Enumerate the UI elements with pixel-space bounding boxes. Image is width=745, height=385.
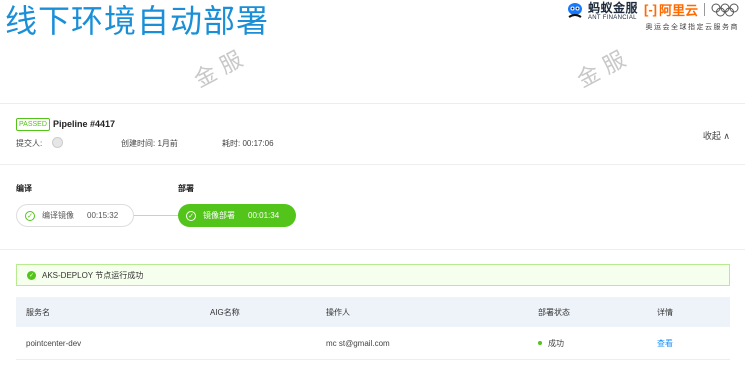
header-aig: AIG名称 bbox=[210, 307, 240, 317]
aliyun-name: 阿里云 bbox=[658, 3, 698, 18]
step-time: 00:15:32 bbox=[87, 211, 119, 220]
aliyun-subtitle: 奥运会全球指定云服务商 bbox=[645, 24, 739, 31]
alert-text: AKS-DEPLOY 节点运行成功 bbox=[42, 270, 144, 280]
created-time: 创建时间: 1月前 bbox=[121, 139, 178, 148]
cell-status: 成功 bbox=[538, 338, 564, 349]
check-circle-icon: ✓ bbox=[25, 210, 35, 221]
check-circle-icon: ✓ bbox=[186, 210, 196, 221]
watermark: 金 服 bbox=[573, 47, 631, 94]
step-time: 00:01:34 bbox=[248, 211, 280, 220]
logo-bar: 蚂蚁金服 ANT FINANCIAL [-] 阿里云 奥运会全球指定云服务商 bbox=[565, 0, 739, 34]
success-check-icon: ✓ bbox=[27, 270, 36, 280]
avatar bbox=[52, 137, 63, 148]
section-divider bbox=[0, 164, 745, 165]
olympic-rings-icon bbox=[711, 3, 739, 16]
aliyun-logo: [-] 阿里云 奥运会全球指定云服务商 bbox=[644, 0, 739, 32]
step-build-image[interactable]: ✓ 编译镜像 00:15:32 bbox=[16, 204, 134, 227]
stage-title-build: 编译 bbox=[16, 184, 32, 193]
step-label: 镜像部署 bbox=[203, 211, 235, 220]
section-divider bbox=[0, 249, 745, 250]
header-service: 服务名 bbox=[26, 307, 50, 317]
step-deploy-image[interactable]: ✓ 镜像部署 00:01:34 bbox=[178, 204, 296, 227]
header-status: 部署状态 bbox=[538, 307, 570, 317]
card-top-border bbox=[0, 103, 745, 104]
table-row: pointcenter-dev mc st@gmail.com 成功 查看 bbox=[16, 327, 730, 360]
cell-operator: mc st@gmail.com bbox=[326, 338, 390, 348]
aliyun-bracket-icon: [-] bbox=[643, 2, 657, 17]
cell-service: pointcenter-dev bbox=[26, 338, 82, 348]
ant-financial-logo: 蚂蚁金服 ANT FINANCIAL bbox=[565, 1, 638, 21]
collapse-button[interactable]: 收起 ∧ bbox=[703, 129, 730, 142]
stage-connector bbox=[134, 215, 178, 216]
step-label: 编译镜像 bbox=[42, 211, 74, 220]
table-header: 服务名 AIG名称 操作人 部署状态 详情 bbox=[16, 297, 730, 327]
ant-mascot-icon bbox=[567, 3, 582, 18]
ant-cn-name: 蚂蚁金服 bbox=[587, 0, 638, 15]
view-detail-link[interactable]: 查看 bbox=[657, 338, 673, 349]
stage-title-deploy: 部署 bbox=[178, 184, 194, 193]
watermark: 金 服 bbox=[190, 47, 248, 94]
logo-separator bbox=[704, 3, 705, 16]
success-alert: ✓ AKS-DEPLOY 节点运行成功 bbox=[16, 264, 730, 286]
slide-title: 线下环境自动部署 bbox=[5, 2, 270, 40]
deploy-table: 服务名 AIG名称 操作人 部署状态 详情 pointcenter-dev mc… bbox=[16, 297, 730, 360]
header-detail: 详情 bbox=[657, 307, 673, 317]
submitter-label: 提交人: bbox=[16, 139, 43, 148]
status-text: 成功 bbox=[548, 338, 564, 348]
duration: 耗时: 00:17:06 bbox=[222, 139, 274, 148]
status-badge: PASSED bbox=[16, 118, 50, 131]
status-dot-icon bbox=[538, 341, 542, 346]
pipeline-name: Pipeline #4417 bbox=[53, 119, 116, 129]
ant-en-name: ANT FINANCIAL bbox=[587, 14, 637, 21]
header-operator: 操作人 bbox=[326, 307, 350, 317]
